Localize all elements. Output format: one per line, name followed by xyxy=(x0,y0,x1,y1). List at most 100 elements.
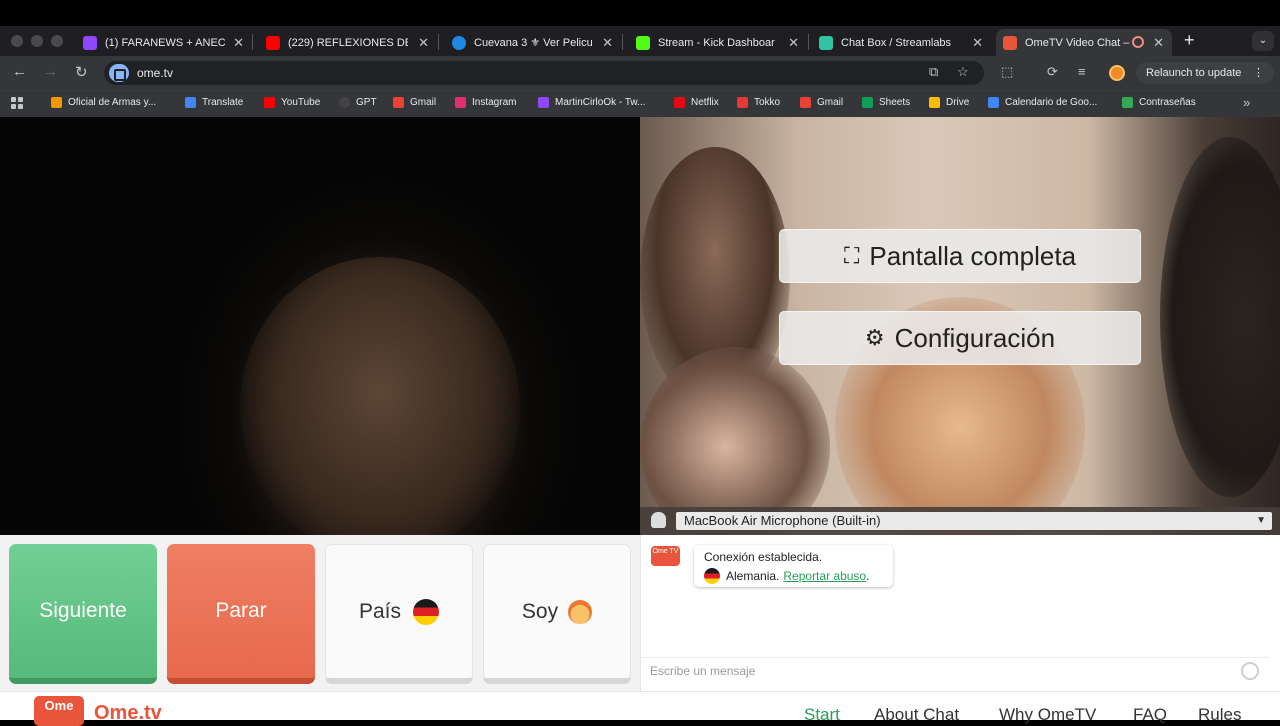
close-tab-icon[interactable]: ✕ xyxy=(1153,35,1164,51)
bookmark-sheets[interactable]: Sheets xyxy=(862,97,910,108)
tab-streamlabs[interactable]: Chat Box / Streamlabs ✕ xyxy=(813,29,991,56)
stop-button[interactable]: Parar xyxy=(167,544,315,684)
germany-flag-icon xyxy=(413,598,440,625)
tab-separator xyxy=(808,34,809,50)
kick-icon xyxy=(636,35,650,50)
emoji-icon[interactable] xyxy=(1241,662,1259,680)
youtube-icon xyxy=(266,35,280,50)
report-abuse-link[interactable]: Reportar abuso xyxy=(783,569,866,583)
translate-icon xyxy=(185,97,196,108)
tab-cuevana[interactable]: Cuevana 3 ⚜ Ver Pelicu ✕ xyxy=(445,29,621,56)
bookmark-favicon-icon xyxy=(51,97,62,108)
window-close-button[interactable] xyxy=(11,35,23,47)
next-button[interactable]: Siguiente xyxy=(9,544,157,684)
tab-separator xyxy=(252,34,253,50)
recording-indicator-icon xyxy=(1132,36,1144,48)
extensions-icon[interactable]: ⬚ xyxy=(1001,64,1013,80)
tab-faranews[interactable]: (1) FARANEWS + ANECD ✕ xyxy=(76,29,252,56)
chat-ometv-logo: Ome TV xyxy=(651,546,680,566)
tab-separator xyxy=(622,34,623,50)
germany-flag-icon xyxy=(704,568,720,584)
apps-grid-icon[interactable] xyxy=(11,97,23,109)
nav-start[interactable]: Start xyxy=(804,705,840,725)
bookmark-star-icon[interactable]: ☆ xyxy=(957,64,969,80)
streamlabs-icon xyxy=(819,35,833,50)
window-minimize-button[interactable] xyxy=(31,35,43,47)
bookmark-drive[interactable]: Drive xyxy=(929,97,969,108)
bookmark-translate[interactable]: Translate xyxy=(185,97,243,108)
cast-icon[interactable]: ⧉ xyxy=(929,64,938,80)
bookmark-armas[interactable]: Oficial de Armas y... xyxy=(51,97,156,108)
microphone-select[interactable]: MacBook Air Microphone (Built-in) ▼ xyxy=(676,512,1272,530)
tab-search-button[interactable]: ⌄ xyxy=(1252,31,1274,51)
gear-icon: ⚙ xyxy=(864,325,885,350)
cuevana-icon xyxy=(452,35,466,50)
microphone-icon xyxy=(651,512,666,528)
menu-dots-icon: ⋮ xyxy=(1253,67,1264,79)
bookmark-calendar[interactable]: Calendario de Goo... xyxy=(988,97,1097,108)
fullscreen-button[interactable]: ⛶ Pantalla completa xyxy=(779,229,1141,283)
tokko-icon xyxy=(737,97,748,108)
gmail-icon xyxy=(800,97,811,108)
passwords-icon xyxy=(1122,97,1133,108)
nav-about-chat[interactable]: About Chat xyxy=(874,705,959,725)
close-tab-icon[interactable]: ✕ xyxy=(788,35,799,51)
twitch-icon xyxy=(83,35,97,50)
footer-logo[interactable]: Ome xyxy=(34,696,84,726)
message-input[interactable]: Escribe un mensaje xyxy=(640,657,1270,684)
bookmark-twitch[interactable]: MartinCirloOk - Tw... xyxy=(538,97,645,108)
twitch-icon xyxy=(538,97,549,108)
instagram-icon xyxy=(455,97,466,108)
more-bookmarks-icon[interactable]: » xyxy=(1243,95,1250,110)
youtube-icon xyxy=(264,97,275,108)
bookmark-instagram[interactable]: Instagram xyxy=(455,97,516,108)
tab-separator xyxy=(438,34,439,50)
system-message: Conexión establecida. Alemania. Reportar… xyxy=(694,545,893,587)
drive-icon xyxy=(929,97,940,108)
nav-faq[interactable]: FAQ xyxy=(1133,705,1167,725)
site-info-icon[interactable] xyxy=(109,64,129,82)
close-tab-icon[interactable]: ✕ xyxy=(418,35,429,51)
close-tab-icon[interactable]: ✕ xyxy=(233,35,244,51)
person-emoji-icon xyxy=(568,599,593,624)
bookmark-gmail[interactable]: Gmail xyxy=(393,97,436,108)
tab-reflexiones[interactable]: (229) REFLEXIONES DE ✕ xyxy=(259,29,437,56)
bookmark-gpt[interactable]: GPT xyxy=(339,97,377,108)
sync-icon[interactable]: ⟳ xyxy=(1047,64,1058,80)
url-text[interactable]: ome.tv xyxy=(137,66,173,80)
netflix-icon xyxy=(674,97,685,108)
calendar-icon xyxy=(988,97,999,108)
close-tab-icon[interactable]: ✕ xyxy=(972,35,983,51)
close-tab-icon[interactable]: ✕ xyxy=(602,35,613,51)
openai-icon xyxy=(339,97,350,108)
relaunch-button[interactable]: Relaunch to update ⋮ xyxy=(1136,62,1274,84)
screen-top-bar xyxy=(0,0,1280,26)
person-face xyxy=(240,257,520,535)
gender-button[interactable]: Soy xyxy=(483,544,631,684)
bookmark-youtube[interactable]: YouTube xyxy=(264,97,320,108)
nav-why-ometv[interactable]: Why OmeTV xyxy=(999,705,1096,725)
bookmark-tokko[interactable]: Tokko xyxy=(737,97,780,108)
window-zoom-button[interactable] xyxy=(51,35,63,47)
media-control-icon[interactable]: ≡ xyxy=(1078,64,1086,79)
back-button[interactable]: ← xyxy=(12,63,27,80)
forward-button[interactable]: → xyxy=(43,63,58,80)
ometv-icon xyxy=(1003,35,1017,50)
settings-button[interactable]: ⚙ Configuración xyxy=(779,311,1141,365)
tab-kick-dashboard[interactable]: Stream - Kick Dashboar ✕ xyxy=(629,29,807,56)
sheets-icon xyxy=(862,97,873,108)
address-bar[interactable] xyxy=(104,61,984,85)
tab-ometv[interactable]: OmeTV Video Chat – ✕ xyxy=(996,29,1172,56)
country-button[interactable]: País xyxy=(325,544,473,684)
chevron-down-icon: ▼ xyxy=(1256,515,1266,526)
reload-button[interactable]: ↻ xyxy=(75,63,88,81)
nav-rules[interactable]: Rules xyxy=(1198,705,1241,725)
fullscreen-icon: ⛶ xyxy=(843,243,860,268)
self-video xyxy=(0,117,640,535)
bookmark-passwords[interactable]: Contraseñas xyxy=(1122,97,1196,108)
bookmark-gmail-2[interactable]: Gmail xyxy=(800,97,843,108)
new-tab-button[interactable]: + xyxy=(1184,30,1195,51)
profile-avatar[interactable] xyxy=(1109,65,1125,81)
footer-brand[interactable]: Ome.tv xyxy=(94,702,162,725)
bookmark-netflix[interactable]: Netflix xyxy=(674,97,719,108)
